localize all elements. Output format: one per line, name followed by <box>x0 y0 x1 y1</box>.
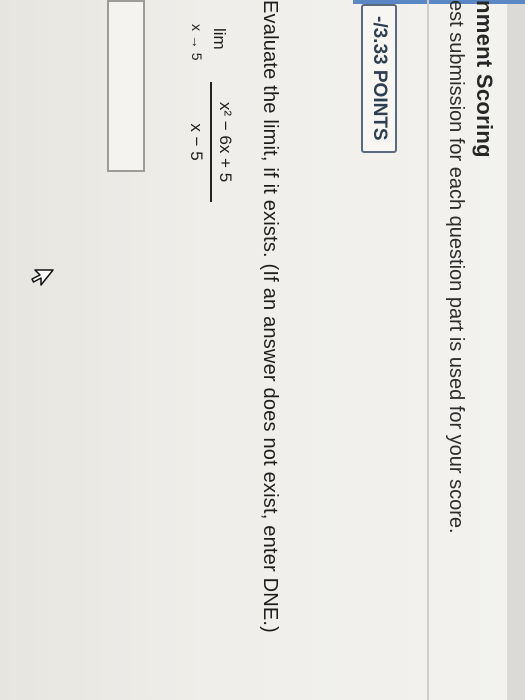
scoring-note: est submission for each question part is… <box>445 0 467 534</box>
assignment-scoring-heading: nment Scoring <box>472 0 497 158</box>
limit-approach: x → 5 <box>189 24 205 61</box>
cursor-arrow-icon <box>24 268 55 288</box>
screen: nment Scoring est submission for each qu… <box>0 0 525 700</box>
top-band <box>507 0 525 700</box>
fraction-numerator: x² − 6x + 5 <box>216 101 235 183</box>
points-badge: -/3.33 POINTS <box>361 4 397 153</box>
limit-fraction: x² − 6x + 5 x − 5 <box>186 82 235 202</box>
section-divider <box>427 0 429 700</box>
limit-expression: lim x → 5 x² − 6x + 5 x − 5 <box>155 24 235 228</box>
fraction-bar <box>210 82 212 202</box>
answer-input[interactable] <box>107 0 145 172</box>
question-prompt: Evaluate the limit, if it exists. (If an… <box>259 0 281 634</box>
limit-operator: lim <box>210 28 229 50</box>
fraction-denominator: x − 5 <box>187 123 206 161</box>
